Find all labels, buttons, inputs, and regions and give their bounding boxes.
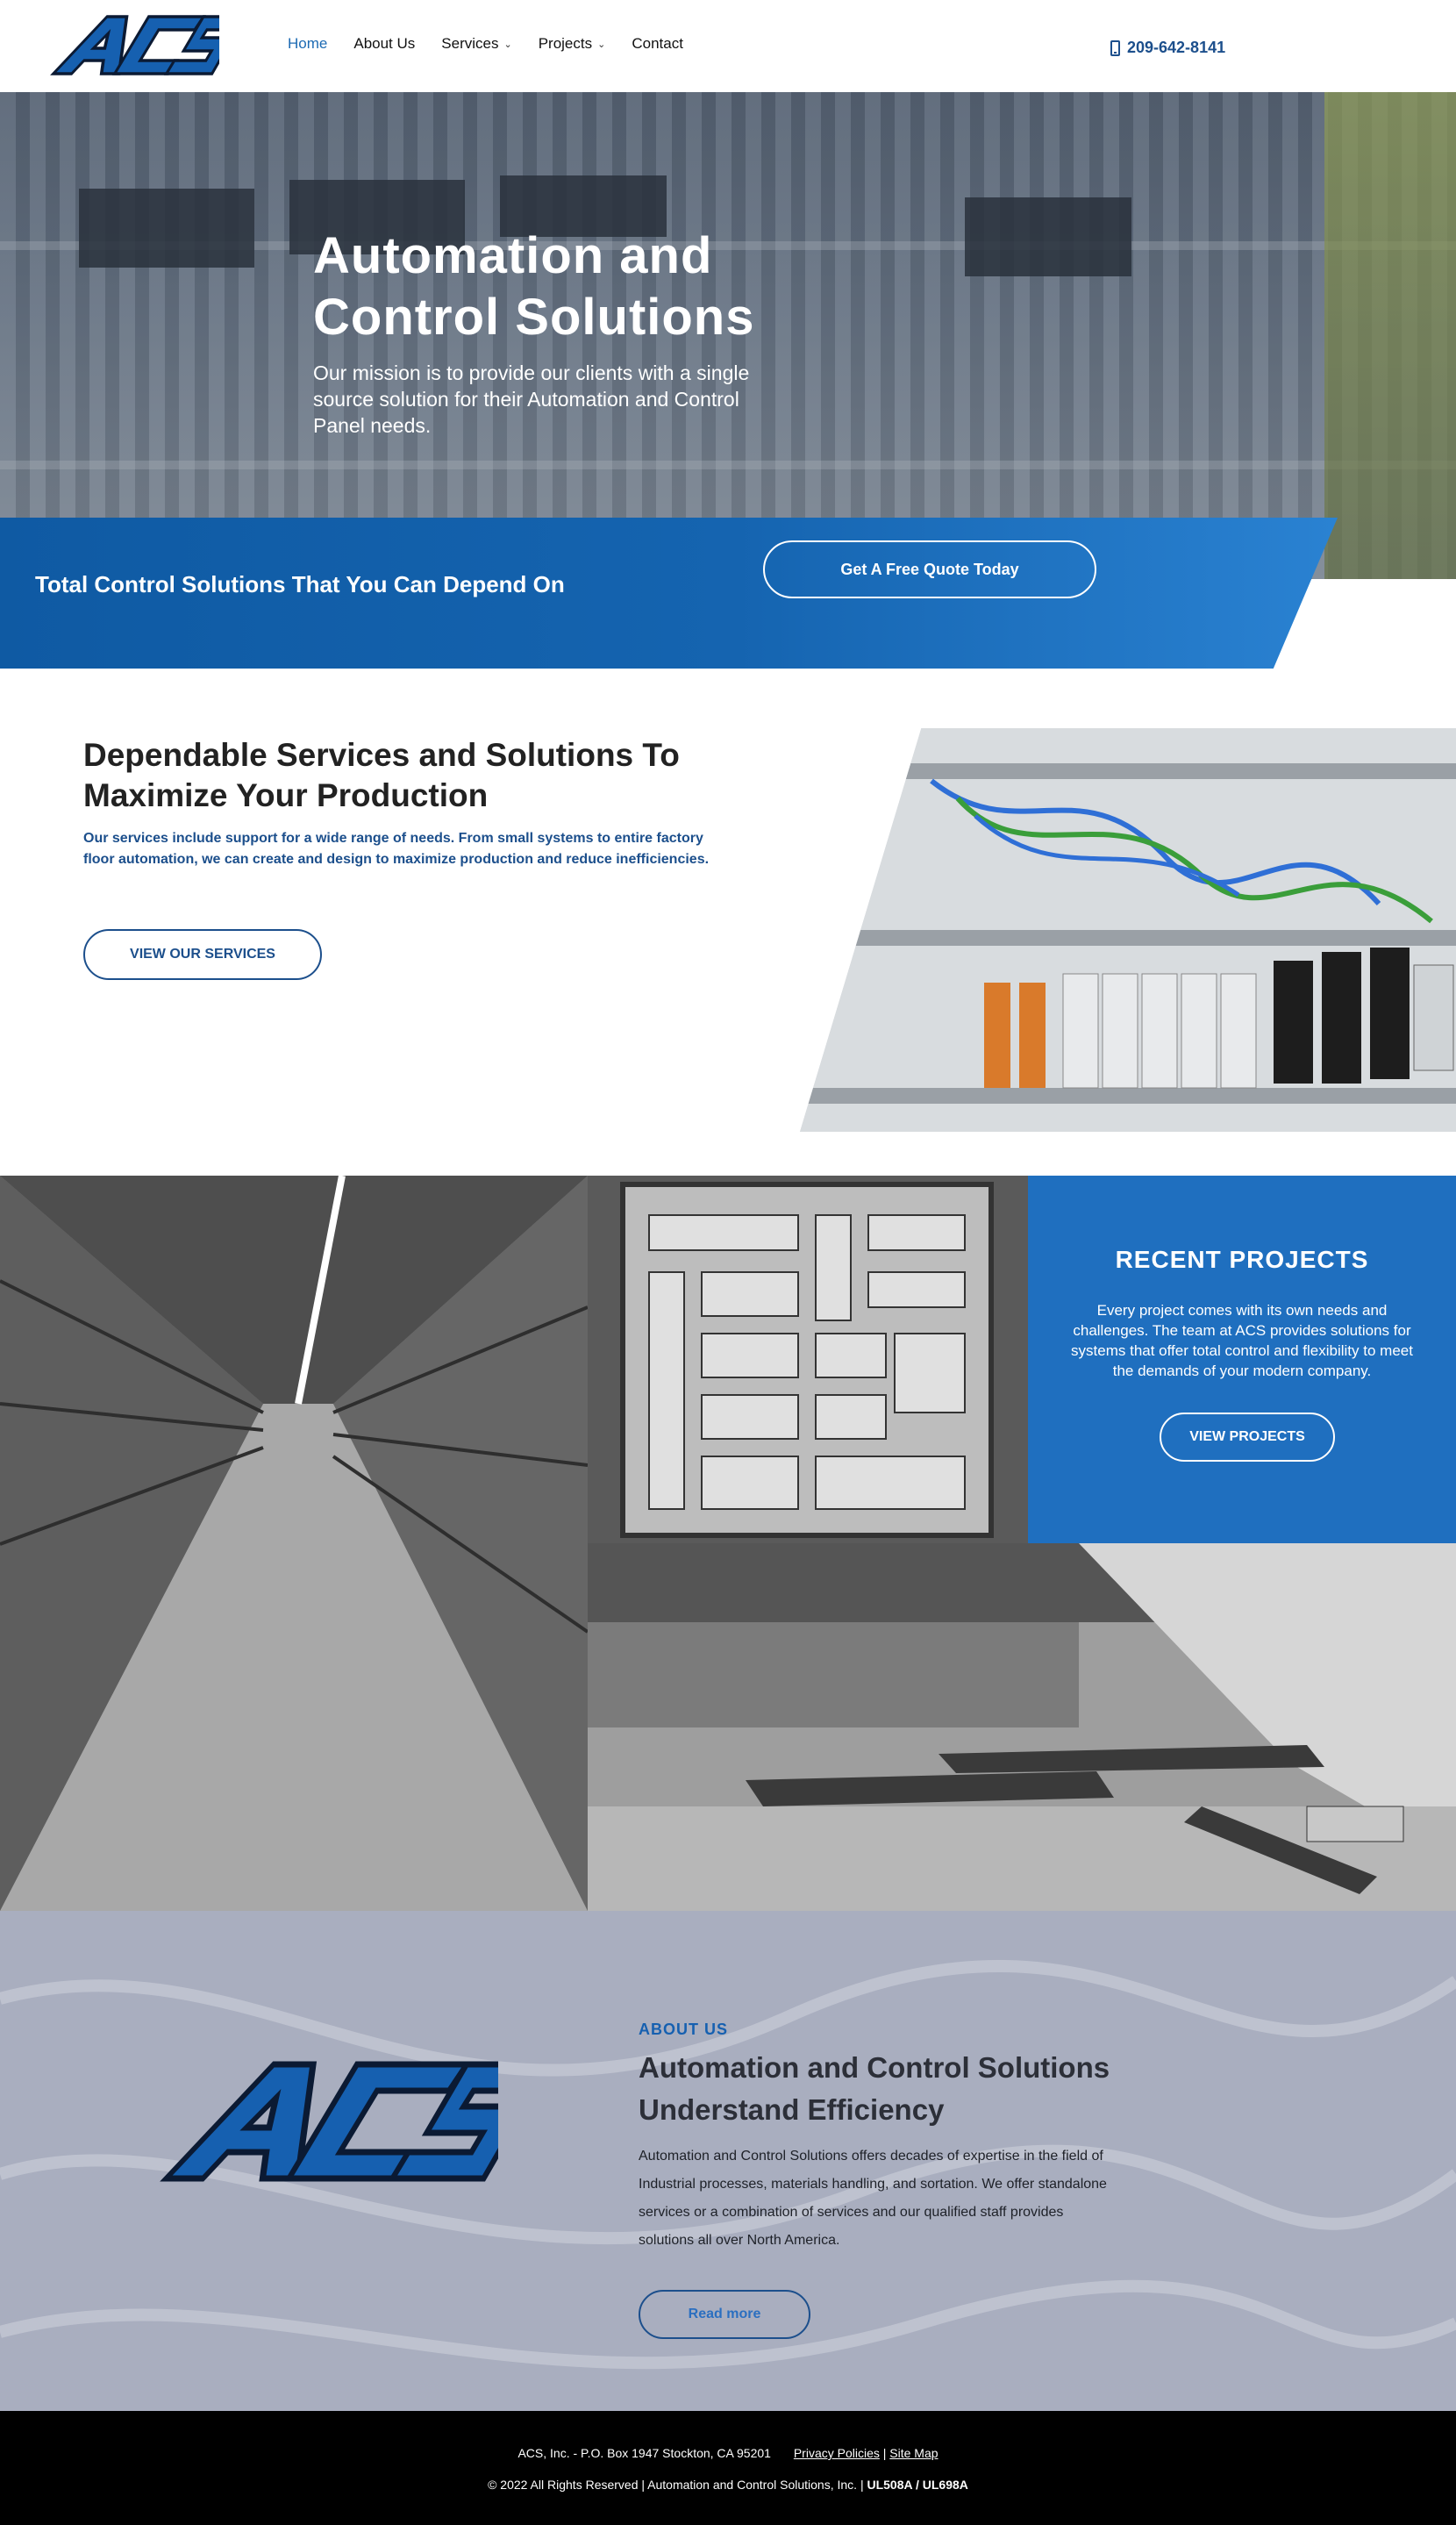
read-more-button[interactable]: Read more [639,2290,810,2339]
nav-about-us[interactable]: About Us [353,35,415,53]
phone-number: 209-642-8141 [1127,39,1226,56]
chevron-down-icon: ⌄ [503,39,512,50]
nav-home-label: Home [288,35,328,52]
hero-section: Automation and Control Solutions Our mis… [0,92,1456,579]
about-title: Automation and Control Solutions Underst… [639,2051,1110,2126]
view-services-button[interactable]: VIEW OUR SERVICES [83,929,322,980]
about-kicker: ABOUT US [639,2021,728,2038]
projects-description: Every project comes with its own needs a… [1071,1302,1413,1379]
warehouse-aisle-image [0,1176,588,1911]
site-map-link[interactable]: Site Map [889,2446,938,2460]
electrical-cabinet-image [588,1176,1028,1543]
nav-home[interactable]: Home [288,35,327,53]
banner-title: Total Control Solutions That You Can Dep… [35,571,565,597]
nav-projects-label: Projects [538,35,593,52]
about-section: ABOUT US Automation and Control Solution… [0,1911,1456,2411]
projects-title: RECENT PROJECTS [1115,1246,1369,1273]
services-description: Our services include support for a wide … [83,831,710,867]
hero-title: Automation and Control Solutions [313,227,755,346]
footer-line-1: ACS, Inc. - P.O. Box 1947 Stockton, CA 9… [0,2446,1456,2460]
footer-line-2: © 2022 All Rights Reserved | Automation … [0,2478,1456,2492]
nav-contact-label: Contact [632,35,683,52]
nav-projects[interactable]: Projects ⌄ [539,35,606,53]
control-panel-image [800,728,1456,1132]
privacy-policies-link[interactable]: Privacy Policies [794,2446,880,2460]
warehouse-conveyor-image [588,1543,1456,1911]
hero-subtitle: Our mission is to provide our clients wi… [313,361,750,437]
free-quote-button[interactable]: Get A Free Quote Today [763,540,1096,598]
site-header: Home About Us Services ⌄ Projects ⌄ Contac… [0,0,1456,92]
footer-separator: | [882,2446,887,2460]
site-footer: ACS, Inc. - P.O. Box 1947 Stockton, CA 9… [0,2411,1456,2525]
acs-logo[interactable] [47,12,219,77]
recent-projects-panel: RECENT PROJECTS Every project comes with… [1028,1176,1456,1543]
footer-copyright: © 2022 All Rights Reserved | Automation … [488,2478,864,2492]
nav-about-label: About Us [353,35,416,52]
footer-certifications: UL508A / UL698A [867,2478,968,2492]
warehouse-conveyor-illustration [588,1543,1456,1911]
phone-link[interactable]: 209-642-8141 [1110,39,1225,57]
warehouse-aisle-illustration [0,1176,588,1911]
view-projects-button[interactable]: VIEW PROJECTS [1160,1413,1335,1462]
footer-address: ACS, Inc. - P.O. Box 1947 Stockton, CA 9… [517,2446,771,2460]
mobile-phone-icon [1110,39,1120,56]
control-panel-illustration [800,728,1456,1132]
services-title: Dependable Services and Solutions To Max… [83,737,680,813]
acs-logo-large [160,2061,498,2182]
nav-services[interactable]: Services ⌄ [441,35,511,53]
cta-banner: Total Control Solutions That You Can Dep… [0,518,1338,669]
about-description: Automation and Control Solutions offers … [639,2149,1107,2248]
chevron-down-icon: ⌄ [597,39,606,50]
main-nav: Home About Us Services ⌄ Projects ⌄ Contac… [288,35,683,53]
nav-services-label: Services [441,35,499,52]
electrical-cabinet-illustration [588,1176,1028,1543]
nav-contact[interactable]: Contact [632,35,683,53]
